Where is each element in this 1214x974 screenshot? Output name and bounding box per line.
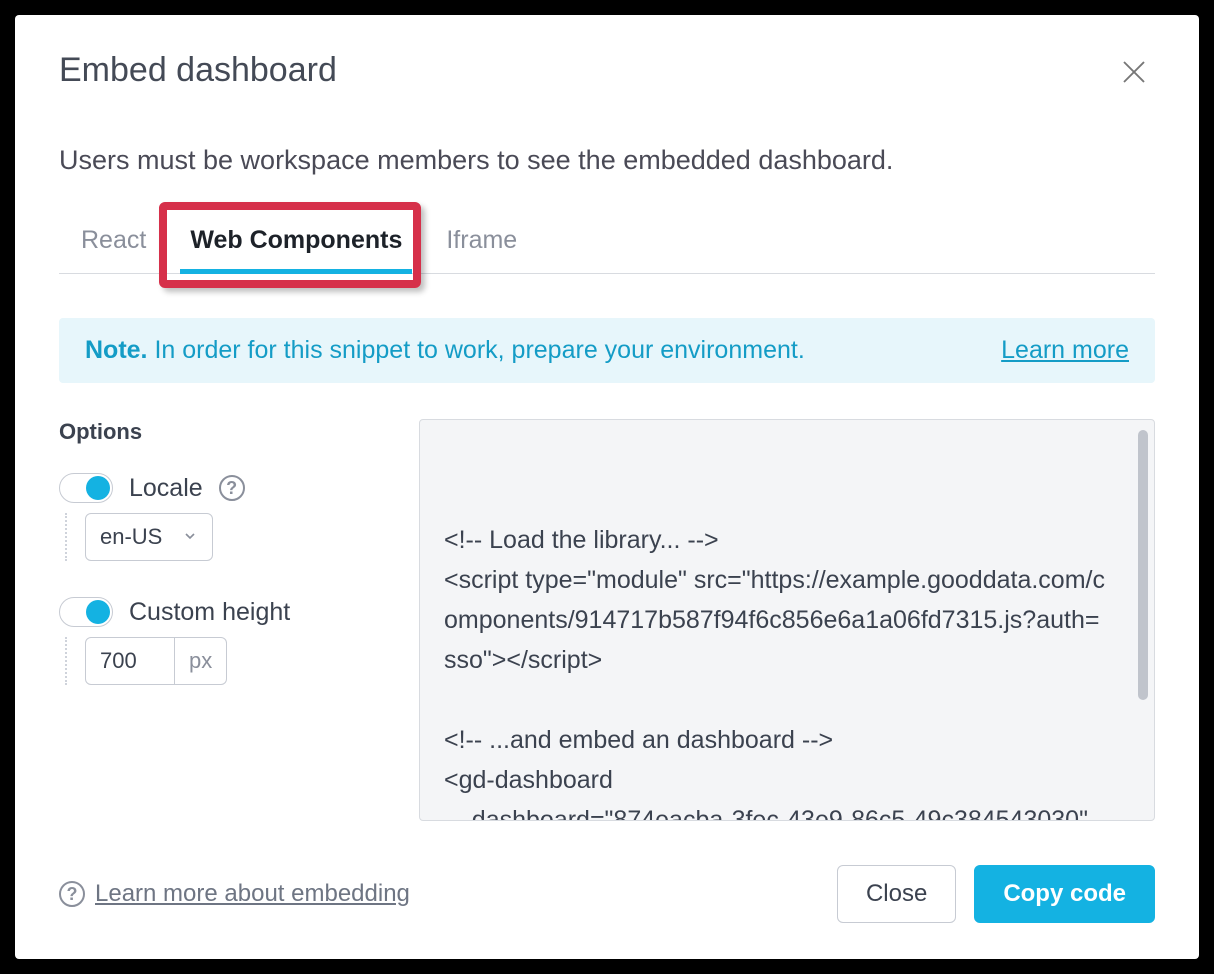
help-icon[interactable]: ? <box>219 475 245 501</box>
tab-web-components[interactable]: Web Components <box>168 212 424 273</box>
custom-height-input[interactable] <box>85 637 175 685</box>
locale-toggle[interactable] <box>59 473 113 503</box>
options-panel: Options Locale ? en-US Custom height <box>59 419 419 821</box>
locale-label: Locale <box>129 474 203 503</box>
scrollbar-thumb[interactable] <box>1138 430 1148 700</box>
dialog-subtitle: Users must be workspace members to see t… <box>59 145 1155 176</box>
note-text: In order for this snippet to work, prepa… <box>148 336 805 364</box>
note-banner: Note. In order for this snippet to work,… <box>59 318 1155 383</box>
note-learn-more-link[interactable]: Learn more <box>1001 336 1129 365</box>
options-heading: Options <box>59 419 419 445</box>
custom-height-label: Custom height <box>129 598 290 627</box>
tab-react[interactable]: React <box>59 212 168 273</box>
close-icon[interactable] <box>1113 51 1155 93</box>
help-icon[interactable]: ? <box>59 881 85 907</box>
code-snippet[interactable]: <!-- Load the library... --> <script typ… <box>419 419 1155 821</box>
tabs: React Web Components Iframe <box>59 212 1155 274</box>
learn-more-embedding-link[interactable]: Learn more about embedding <box>95 880 410 908</box>
locale-select[interactable]: en-US <box>85 513 213 561</box>
embed-dashboard-dialog: Embed dashboard Users must be workspace … <box>15 15 1199 959</box>
copy-code-button[interactable]: Copy code <box>974 865 1155 923</box>
dialog-title: Embed dashboard <box>59 51 337 90</box>
close-button[interactable]: Close <box>837 865 956 923</box>
note-label: Note. <box>85 336 148 364</box>
chevron-down-icon <box>182 524 198 550</box>
code-text: <!-- Load the library... --> <script typ… <box>420 500 1154 821</box>
custom-height-unit: px <box>175 637 227 685</box>
tab-iframe[interactable]: Iframe <box>424 212 539 273</box>
custom-height-toggle[interactable] <box>59 597 113 627</box>
locale-value: en-US <box>100 524 162 550</box>
